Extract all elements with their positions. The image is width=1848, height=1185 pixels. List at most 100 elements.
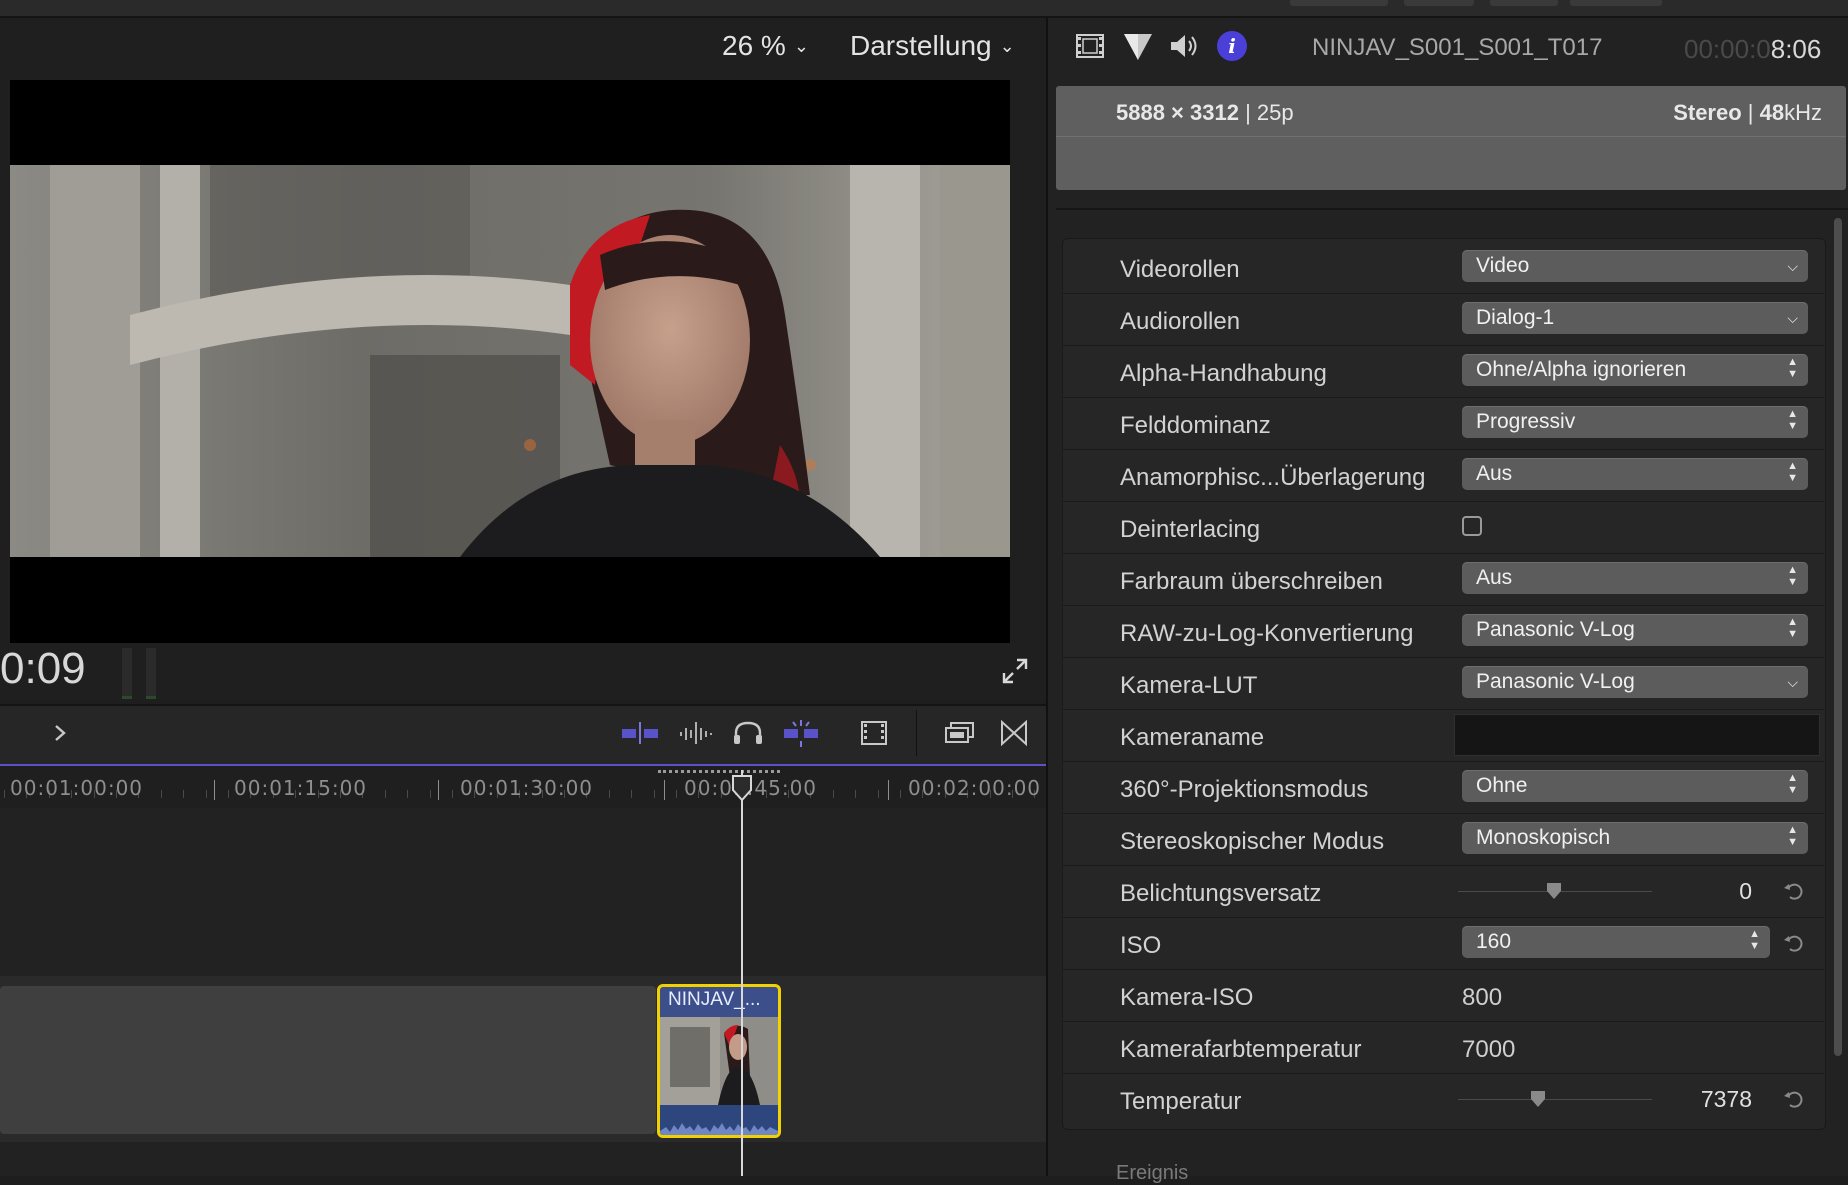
popup-value: 160 (1476, 930, 1512, 953)
exposure-offset-value[interactable]: 0 (1739, 878, 1752, 905)
popup-value: Aus (1476, 566, 1513, 589)
window-top-strip (0, 0, 1848, 18)
playhead-handle[interactable] (731, 774, 753, 802)
reset-icon[interactable] (1782, 1088, 1804, 1110)
camera-lut-popup[interactable]: Panasonic V-Log ⌵ (1462, 666, 1808, 698)
color-icon[interactable] (1122, 30, 1154, 62)
property-row: RAW-zu-Log-Konvertierung Panasonic V-Log… (1062, 606, 1824, 658)
inspector-scrollbar[interactable] (1834, 218, 1842, 1056)
ruler-minor-tick (430, 790, 431, 798)
property-row: Kamerafarbtemperatur 7000 (1062, 1022, 1824, 1074)
property-row: Audiorollen Dialog-1 ⌵ (1062, 294, 1824, 346)
property-label: Audiorollen (1120, 308, 1241, 335)
toolbar-button[interactable] (1290, 0, 1388, 6)
viewer-timecode: 0:09 (0, 644, 86, 693)
resolution: 5888 × 3312 (1116, 100, 1239, 125)
property-row: Temperatur 7378 (1062, 1074, 1824, 1125)
chevron-right-icon[interactable] (42, 718, 82, 748)
field-dominance-popup[interactable]: Progressiv ▲ ▼ (1462, 406, 1808, 438)
property-label: ISO (1120, 932, 1162, 959)
ruler-minor-tick (4, 790, 5, 798)
temperature-slider[interactable] (1458, 1099, 1652, 1100)
up-down-icon: ▲ ▼ (1787, 460, 1798, 484)
clip-appearance-icon[interactable] (854, 718, 894, 748)
inspector-timecode: 00:00:08:06 (1684, 34, 1821, 65)
property-label: RAW-zu-Log-Konvertierung (1120, 620, 1414, 647)
property-label: Belichtungsversatz (1120, 880, 1322, 907)
info-icon[interactable]: i (1216, 30, 1248, 62)
property-label: Alpha-Handhabung (1120, 360, 1327, 387)
popup-value: Video (1476, 254, 1530, 277)
popup-value: Ohne (1476, 774, 1528, 797)
inspector-divider (1056, 208, 1848, 210)
popup-value: Monoskopisch (1476, 826, 1611, 849)
ruler-minor-tick (631, 790, 632, 798)
transitions-icon[interactable] (994, 718, 1034, 748)
ruler-label: 00:01:15:00 (234, 776, 368, 800)
camera-name-field[interactable] (1454, 714, 1820, 756)
property-row: Deinterlacing (1062, 502, 1824, 554)
property-label: Kameraname (1120, 724, 1265, 751)
film-icon[interactable] (1074, 30, 1106, 62)
popup-value: Dialog-1 (1476, 306, 1555, 329)
ruler-minor-tick (161, 790, 162, 798)
slider-knob[interactable] (1546, 882, 1562, 900)
toolbar-divider (916, 710, 917, 756)
camera-iso-value: 800 (1462, 984, 1503, 1011)
solo-icon[interactable] (781, 718, 821, 748)
up-down-icon: ▲ ▼ (1787, 564, 1798, 588)
up-down-icon: ▲ ▼ (1749, 928, 1760, 952)
sample-rate: 48 (1759, 100, 1785, 125)
up-down-icon: ▲ ▼ (1787, 356, 1798, 380)
view-menu-label: Darstellung (850, 30, 992, 61)
toolbar-button[interactable] (1570, 0, 1662, 6)
chevron-down-icon: ⌵ (1787, 674, 1798, 690)
raw-to-log-popup[interactable]: Panasonic V-Log ▲ ▼ (1462, 614, 1808, 646)
slider-knob[interactable] (1530, 1090, 1546, 1108)
iso-popup[interactable]: 160 ▲ ▼ (1462, 926, 1770, 958)
anamorphic-overlay-popup[interactable]: Aus ▲ ▼ (1462, 458, 1808, 490)
reset-icon[interactable] (1782, 880, 1804, 902)
ruler-label: 00:02:00:00 (908, 776, 1042, 800)
audio-roles-popup[interactable]: Dialog-1 ⌵ (1462, 302, 1808, 334)
temperature-value[interactable]: 7378 (1701, 1086, 1752, 1113)
ruler-minor-tick (609, 790, 610, 798)
ruler-major-tick (664, 780, 665, 800)
property-label: Temperatur (1120, 1088, 1242, 1115)
alpha-handling-popup[interactable]: Ohne/Alpha ignorieren ▲ ▼ (1462, 354, 1808, 386)
toolbar-button[interactable] (1490, 0, 1558, 6)
speaker-icon[interactable] (1168, 30, 1200, 62)
video-format: 5888 × 3312 | 25p (1116, 100, 1294, 125)
property-label: Deinterlacing (1120, 516, 1261, 543)
audio-skimming-icon[interactable] (675, 718, 715, 748)
framerate: 25p (1256, 100, 1294, 125)
timecode-bright: 8:06 (1770, 34, 1822, 64)
property-row: Videorollen Video ⌵ (1062, 242, 1824, 294)
view-menu[interactable]: Darstellung ⌄ (850, 30, 1015, 62)
property-row: Belichtungsversatz 0 (1062, 866, 1824, 918)
fullscreen-icon[interactable] (1000, 656, 1030, 686)
zoom-value: 26 % (722, 30, 786, 61)
toolbar-button[interactable] (1404, 0, 1474, 6)
ruler-major-tick (438, 780, 439, 800)
reset-icon[interactable] (1782, 932, 1804, 954)
property-row: Farbraum überschreiben Aus ▲ ▼ (1062, 554, 1824, 606)
snapping-icon[interactable] (620, 718, 660, 748)
deinterlacing-checkbox[interactable] (1462, 516, 1482, 536)
info-separator (1056, 136, 1846, 137)
projection-mode-popup[interactable]: Ohne ▲ ▼ (1462, 770, 1808, 802)
color-space-override-popup[interactable]: Aus ▲ ▼ (1462, 562, 1808, 594)
timeline-index-icon[interactable] (940, 718, 980, 748)
svg-text:i: i (1228, 34, 1236, 58)
headphones-icon[interactable] (728, 718, 768, 748)
playhead[interactable] (741, 770, 743, 1176)
audio-meter-left (122, 648, 132, 699)
stereoscopic-mode-popup[interactable]: Monoskopisch ▲ ▼ (1462, 822, 1808, 854)
video-roles-popup[interactable]: Video ⌵ (1462, 250, 1808, 282)
selected-clip[interactable]: NINJAV_... (657, 984, 781, 1138)
zoom-menu[interactable]: 26 % ⌄ (722, 30, 809, 62)
gap-clip[interactable] (0, 986, 656, 1134)
up-down-icon: ▲ ▼ (1787, 772, 1798, 796)
ruler-minor-tick (654, 790, 655, 798)
audio-meter-right (146, 648, 156, 699)
